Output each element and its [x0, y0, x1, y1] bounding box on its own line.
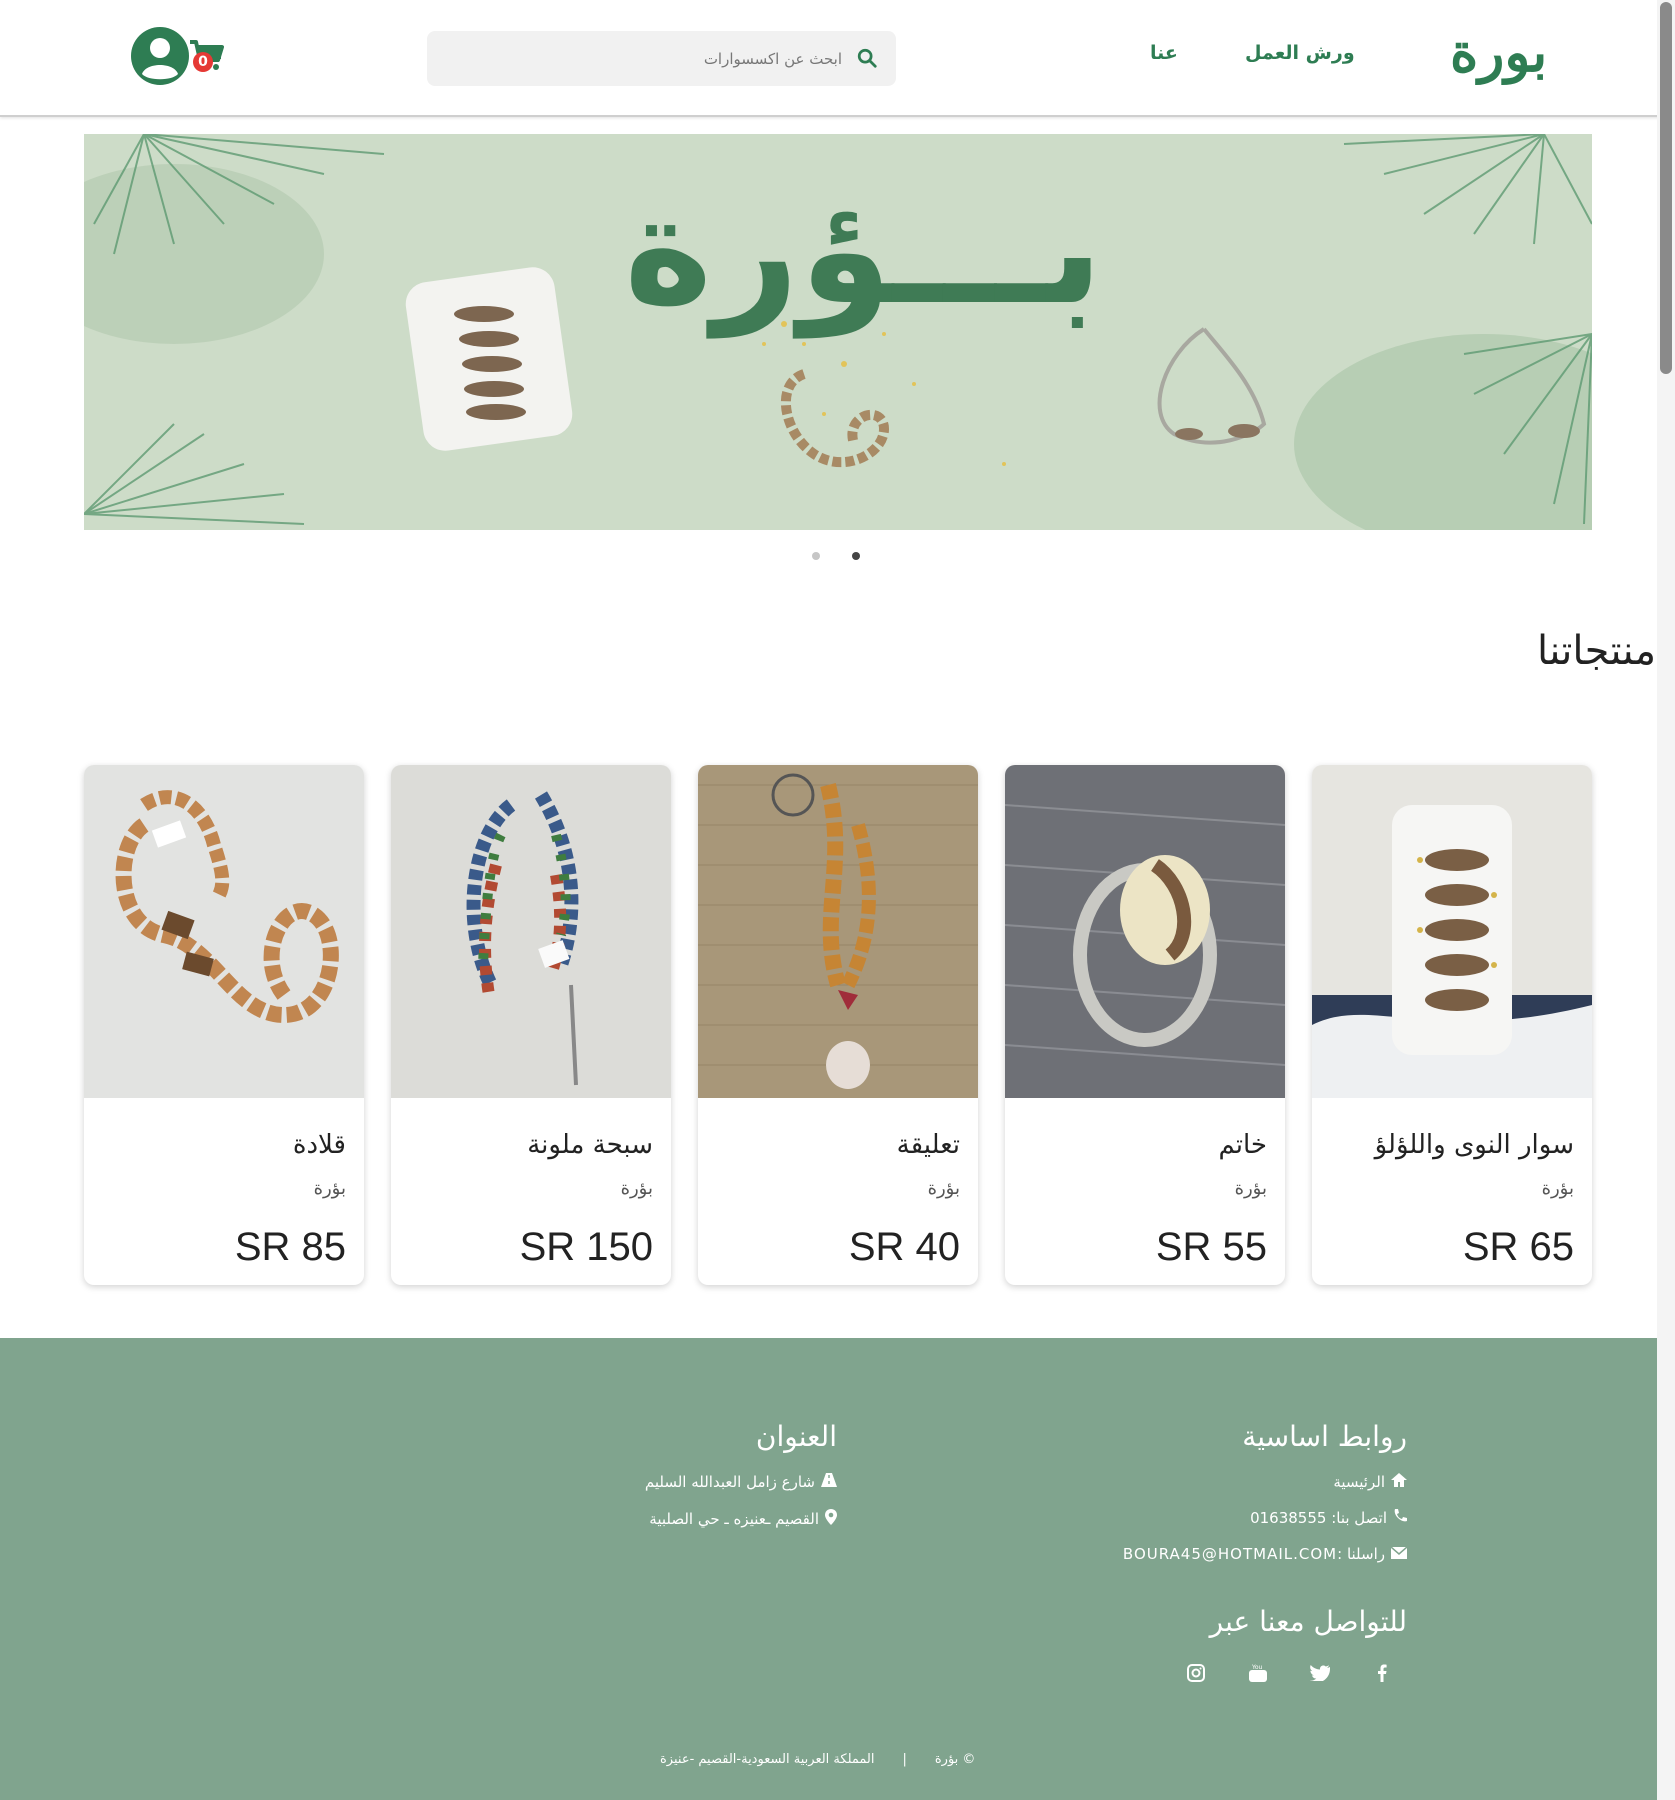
product-image[interactable]: [1005, 765, 1285, 1098]
banner-title: بـــؤرة: [624, 164, 1104, 338]
product-price: SR 85: [234, 1225, 346, 1269]
copyright-separator: |: [902, 1752, 907, 1767]
envelope-icon: [1390, 1545, 1408, 1563]
site-logo[interactable]: بورة: [1450, 20, 1547, 84]
cart-count-badge: 0: [193, 52, 213, 72]
nav-workshops[interactable]: ورش العمل: [1245, 42, 1355, 64]
social-icons: You: [1185, 1662, 1393, 1684]
carousel-dot-1[interactable]: [812, 552, 820, 560]
product-card[interactable]: سوار النوى واللؤلؤ بؤرة SR 65: [1312, 765, 1592, 1285]
product-price: SR 65: [1462, 1225, 1574, 1269]
product-image[interactable]: [1312, 765, 1592, 1098]
product-card[interactable]: خاتم بؤرة SR 55: [1005, 765, 1285, 1285]
scrollbar-thumb[interactable]: [1660, 2, 1672, 374]
product-name[interactable]: سوار النوى واللؤلؤ: [1330, 1130, 1574, 1160]
page-scrollbar[interactable]: [1657, 0, 1675, 1800]
search-icon[interactable]: [854, 47, 878, 71]
phone-icon: [1393, 1509, 1407, 1527]
hero-banner: بـــؤرة: [84, 134, 1592, 530]
user-account-icon[interactable]: [130, 26, 190, 86]
footer-social: للتواصل معنا عبر: [1210, 1605, 1407, 1658]
home-icon: [1391, 1473, 1407, 1491]
product-brand: بؤرة: [620, 1178, 653, 1199]
product-price: SR 40: [848, 1225, 960, 1269]
product-name[interactable]: خاتم: [1023, 1130, 1267, 1160]
footer-area-label: القصيم ـعنيزه ـ حي الصلبية: [649, 1510, 819, 1528]
instagram-icon[interactable]: [1185, 1662, 1207, 1684]
footer-address: العنوان شارع زامل العبدالله السليم القصي…: [645, 1420, 837, 1547]
product-name[interactable]: تعليقة: [716, 1130, 960, 1160]
product-image[interactable]: [698, 765, 978, 1098]
footer-street-label: شارع زامل العبدالله السليم: [644, 1473, 815, 1491]
product-brand: بؤرة: [927, 1178, 960, 1199]
footer-links-title: روابط اساسية: [1242, 1420, 1407, 1453]
product-name[interactable]: قلادة: [102, 1130, 346, 1160]
search-box: [427, 31, 896, 86]
footer-email[interactable]: راسلنا :BOURA45@HOTMAIL.COM: [1122, 1545, 1408, 1563]
site-header: بورة ورش العمل عنا 0: [0, 0, 1675, 117]
product-brand: بؤرة: [313, 1178, 346, 1199]
product-price: SR 150: [519, 1225, 653, 1269]
road-icon: [821, 1473, 837, 1491]
copyright-text: © بؤرة: [934, 1752, 976, 1767]
youtube-icon[interactable]: You: [1247, 1662, 1269, 1684]
footer-street: شارع زامل العبدالله السليم: [645, 1473, 837, 1491]
footer-phone[interactable]: اتصل بنا: 01638555: [1123, 1509, 1407, 1527]
carousel-dot-2[interactable]: [852, 552, 860, 560]
site-footer: [0, 1338, 1657, 1800]
product-image[interactable]: [84, 765, 364, 1098]
product-brand: بؤرة: [1541, 1178, 1574, 1199]
location-pin-icon: [825, 1509, 837, 1529]
footer-email-label: راسلنا :BOURA45@HOTMAIL.COM: [1122, 1545, 1385, 1563]
product-card[interactable]: تعليقة بؤرة SR 40: [698, 765, 978, 1285]
footer-home-link[interactable]: الرئيسية: [1123, 1473, 1407, 1491]
nav-about[interactable]: عنا: [1150, 42, 1178, 64]
product-grid: سوار النوى واللؤلؤ بؤرة SR 65 خاتم بؤرة …: [84, 765, 1592, 1285]
product-brand: بؤرة: [1234, 1178, 1267, 1199]
section-title: منتجاتنا: [1537, 628, 1656, 674]
footer-home-label: الرئيسية: [1333, 1473, 1385, 1491]
footer-links: روابط اساسية الرئيسية اتصل بنا: 01638555…: [1122, 1420, 1408, 1581]
footer-area: القصيم ـعنيزه ـ حي الصلبية: [645, 1509, 837, 1529]
footer-social-title: للتواصل معنا عبر: [1209, 1605, 1407, 1638]
copyright-bar: © بؤرة | المملكة العربية السعودية-القصيم…: [660, 1752, 975, 1767]
product-card[interactable]: قلادة بؤرة SR 85: [84, 765, 364, 1285]
carousel-dots: [812, 552, 860, 560]
footer-address-title: العنوان: [755, 1420, 837, 1453]
svg-text:You: You: [1251, 1664, 1263, 1671]
copyright-country: المملكة العربية السعودية-القصيم -عنيزة: [660, 1752, 875, 1767]
footer-phone-label: اتصل بنا: 01638555: [1250, 1509, 1387, 1527]
search-input[interactable]: [482, 49, 842, 68]
facebook-icon[interactable]: [1371, 1662, 1393, 1684]
product-price: SR 55: [1155, 1225, 1267, 1269]
product-image[interactable]: [391, 765, 671, 1098]
product-name[interactable]: سبحة ملونة: [409, 1130, 653, 1160]
twitter-icon[interactable]: [1309, 1662, 1331, 1684]
product-card[interactable]: سبحة ملونة بؤرة SR 150: [391, 765, 671, 1285]
